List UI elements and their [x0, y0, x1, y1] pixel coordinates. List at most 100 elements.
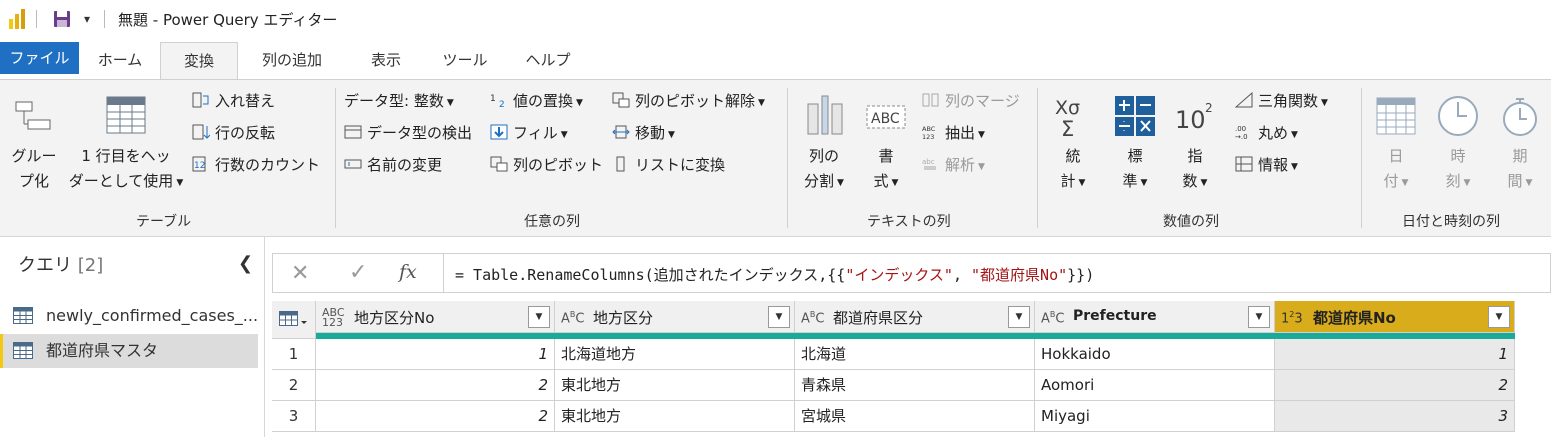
tab-view[interactable]: 表示 [352, 42, 420, 80]
column-header-label: Prefecture [1073, 308, 1157, 324]
replace-values-button[interactable]: 1 2 値の置換 ▼ [490, 90, 583, 112]
table-menu-button[interactable] [272, 301, 316, 339]
tab-help[interactable]: ヘルプ [512, 42, 584, 80]
commit-formula-icon[interactable]: ✓ [349, 260, 367, 285]
data-type-dropdown[interactable]: データ型: 整数 ▼ [344, 90, 454, 112]
formula-prefix: = Table.RenameColumns(追加されたインデックス,{{ [455, 266, 846, 284]
use-first-row-label-2: ダーとして使用 [68, 172, 174, 190]
tab-transform[interactable]: 変換 [160, 42, 238, 80]
type-text-icon[interactable]: ABC [801, 310, 824, 325]
table-cell[interactable]: 東北地方 [555, 401, 795, 432]
merge-columns-button[interactable]: 列のマージ [922, 90, 1020, 112]
queries-title: クエリ [18, 255, 72, 276]
move-dropdown[interactable]: 移動 ▼ [612, 122, 675, 144]
formula-mid: , [952, 266, 972, 284]
chevron-down-icon: ▼ [668, 130, 675, 140]
query-item-selected[interactable]: 都道府県マスタ [0, 334, 258, 368]
filter-dropdown-icon[interactable]: ▼ [1248, 306, 1270, 328]
svg-text:Σ: Σ [1061, 117, 1074, 138]
filter-dropdown-icon[interactable]: ▼ [768, 306, 790, 328]
trigonometry-dropdown[interactable]: 三角関数 ▼ [1235, 90, 1328, 112]
unpivot-label: 列のピボット解除 [635, 92, 756, 110]
filter-dropdown-icon[interactable]: ▼ [1008, 306, 1030, 328]
count-rows-icon: 12 [192, 156, 206, 172]
extract-dropdown[interactable]: ABC 123 抽出 ▼ [922, 122, 985, 144]
table-cell[interactable]: 青森県 [795, 370, 1035, 401]
pivot-column-button[interactable]: 列のピボット [490, 154, 603, 176]
title-separator-2 [104, 10, 105, 28]
table-cell[interactable]: 1 [1275, 339, 1515, 370]
column-header[interactable]: ABC Prefecture ▼ [1035, 301, 1275, 333]
table-cell[interactable]: 1 [316, 339, 555, 370]
type-text-icon[interactable]: ABC [561, 310, 584, 325]
count-rows-label: 行数のカウント [215, 156, 321, 174]
standard-button[interactable]: 標 準 ▼ [1108, 94, 1162, 196]
chevron-down-icon: ▼ [891, 178, 899, 188]
time-button[interactable]: 時 刻 ▼ [1430, 94, 1486, 196]
unpivot-columns-dropdown[interactable]: 列のピボット解除 ▼ [612, 90, 765, 112]
chevron-down-icon: ▼ [1140, 178, 1148, 188]
row-number[interactable]: 3 [272, 401, 316, 432]
column-header-label: 都道府県区分 [833, 309, 924, 327]
query-item-label: newly_confirmed_cases_... [46, 306, 258, 325]
table-cell[interactable]: 宮城県 [795, 401, 1035, 432]
clock-icon [1438, 96, 1478, 136]
scientific-button[interactable]: 10 2 指 数 ▼ [1170, 94, 1220, 196]
table-cell[interactable]: 2 [1275, 370, 1515, 401]
group-by-button[interactable]: グルー プ化 [6, 94, 62, 194]
fill-dropdown[interactable]: フィル ▼ [490, 122, 568, 144]
table-cell[interactable]: Aomori [1035, 370, 1275, 401]
convert-to-list-button[interactable]: リストに変換 [612, 154, 725, 176]
formula-input[interactable]: = Table.RenameColumns(追加されたインデックス,{{"インデ… [455, 264, 1094, 285]
detect-type-icon [344, 125, 362, 139]
detect-data-type-button[interactable]: データ型の検出 [344, 122, 472, 144]
tab-tools[interactable]: ツール [430, 42, 500, 80]
column-header-selected[interactable]: 123 都道府県No ▼ [1275, 301, 1515, 333]
table-cell[interactable]: 東北地方 [555, 370, 795, 401]
rename-button[interactable]: 名前の変更 [344, 154, 442, 176]
table-cell[interactable]: 2 [316, 401, 555, 432]
use-first-row-button[interactable]: 1 行目をヘッ ダーとして使用 ▼ [66, 94, 186, 196]
svg-text:12: 12 [194, 161, 205, 171]
pivot-label: 列のピボット [513, 156, 604, 174]
cancel-formula-icon[interactable]: ✕ [291, 261, 309, 286]
format-button[interactable]: ABC 書 式 ▼ [858, 94, 914, 196]
table-menu-icon [279, 311, 307, 326]
tab-add-column[interactable]: 列の追加 [243, 42, 341, 80]
table-cell[interactable]: 北海道地方 [555, 339, 795, 370]
save-icon[interactable] [53, 10, 71, 28]
parse-dropdown[interactable]: abc 解析 ▼ [922, 154, 985, 176]
column-header[interactable]: ABC 123 地方区分No ▼ [316, 301, 555, 333]
tab-home[interactable]: ホーム [82, 42, 158, 80]
table-cell[interactable]: 2 [316, 370, 555, 401]
type-whole-number-icon[interactable]: 123 [1281, 310, 1303, 325]
count-rows-button[interactable]: 12 行数のカウント [192, 154, 320, 176]
row-number[interactable]: 2 [272, 370, 316, 401]
row-number[interactable]: 1 [272, 339, 316, 370]
rounding-dropdown[interactable]: .00 →.0 丸め ▼ [1235, 122, 1298, 144]
tab-file[interactable]: ファイル [0, 42, 79, 74]
date-button[interactable]: 日 付 ▼ [1368, 94, 1424, 196]
collapse-pane-icon[interactable]: ❮ [238, 253, 253, 274]
type-any-icon[interactable]: ABC 123 [322, 307, 345, 328]
column-header[interactable]: ABC 都道府県区分 ▼ [795, 301, 1035, 333]
column-header[interactable]: ABC 地方区分 ▼ [555, 301, 795, 333]
split-column-button[interactable]: 列の 分割 ▼ [796, 94, 852, 196]
query-item[interactable]: newly_confirmed_cases_... [0, 299, 258, 333]
table-cell[interactable]: Miyagi [1035, 401, 1275, 432]
table-cell[interactable]: 北海道 [795, 339, 1035, 370]
table-cell[interactable]: 3 [1275, 401, 1515, 432]
table-cell[interactable]: Hokkaido [1035, 339, 1275, 370]
reverse-rows-button[interactable]: 行の反転 [192, 122, 275, 144]
duration-button[interactable]: 期 間 ▼ [1492, 94, 1548, 196]
quick-access-dropdown-icon[interactable]: ▾ [84, 12, 90, 26]
statistics-button[interactable]: Xσ Σ 統 計 ▼ [1046, 94, 1100, 196]
table-header-icon [106, 96, 146, 134]
transpose-button[interactable]: 入れ替え [192, 90, 275, 112]
filter-dropdown-icon[interactable]: ▼ [528, 306, 550, 328]
information-dropdown[interactable]: 情報 ▼ [1235, 154, 1298, 176]
list-icon [616, 156, 625, 172]
type-text-icon[interactable]: ABC [1041, 310, 1064, 325]
fx-icon[interactable]: fx [399, 261, 417, 283]
filter-dropdown-icon[interactable]: ▼ [1488, 306, 1510, 328]
